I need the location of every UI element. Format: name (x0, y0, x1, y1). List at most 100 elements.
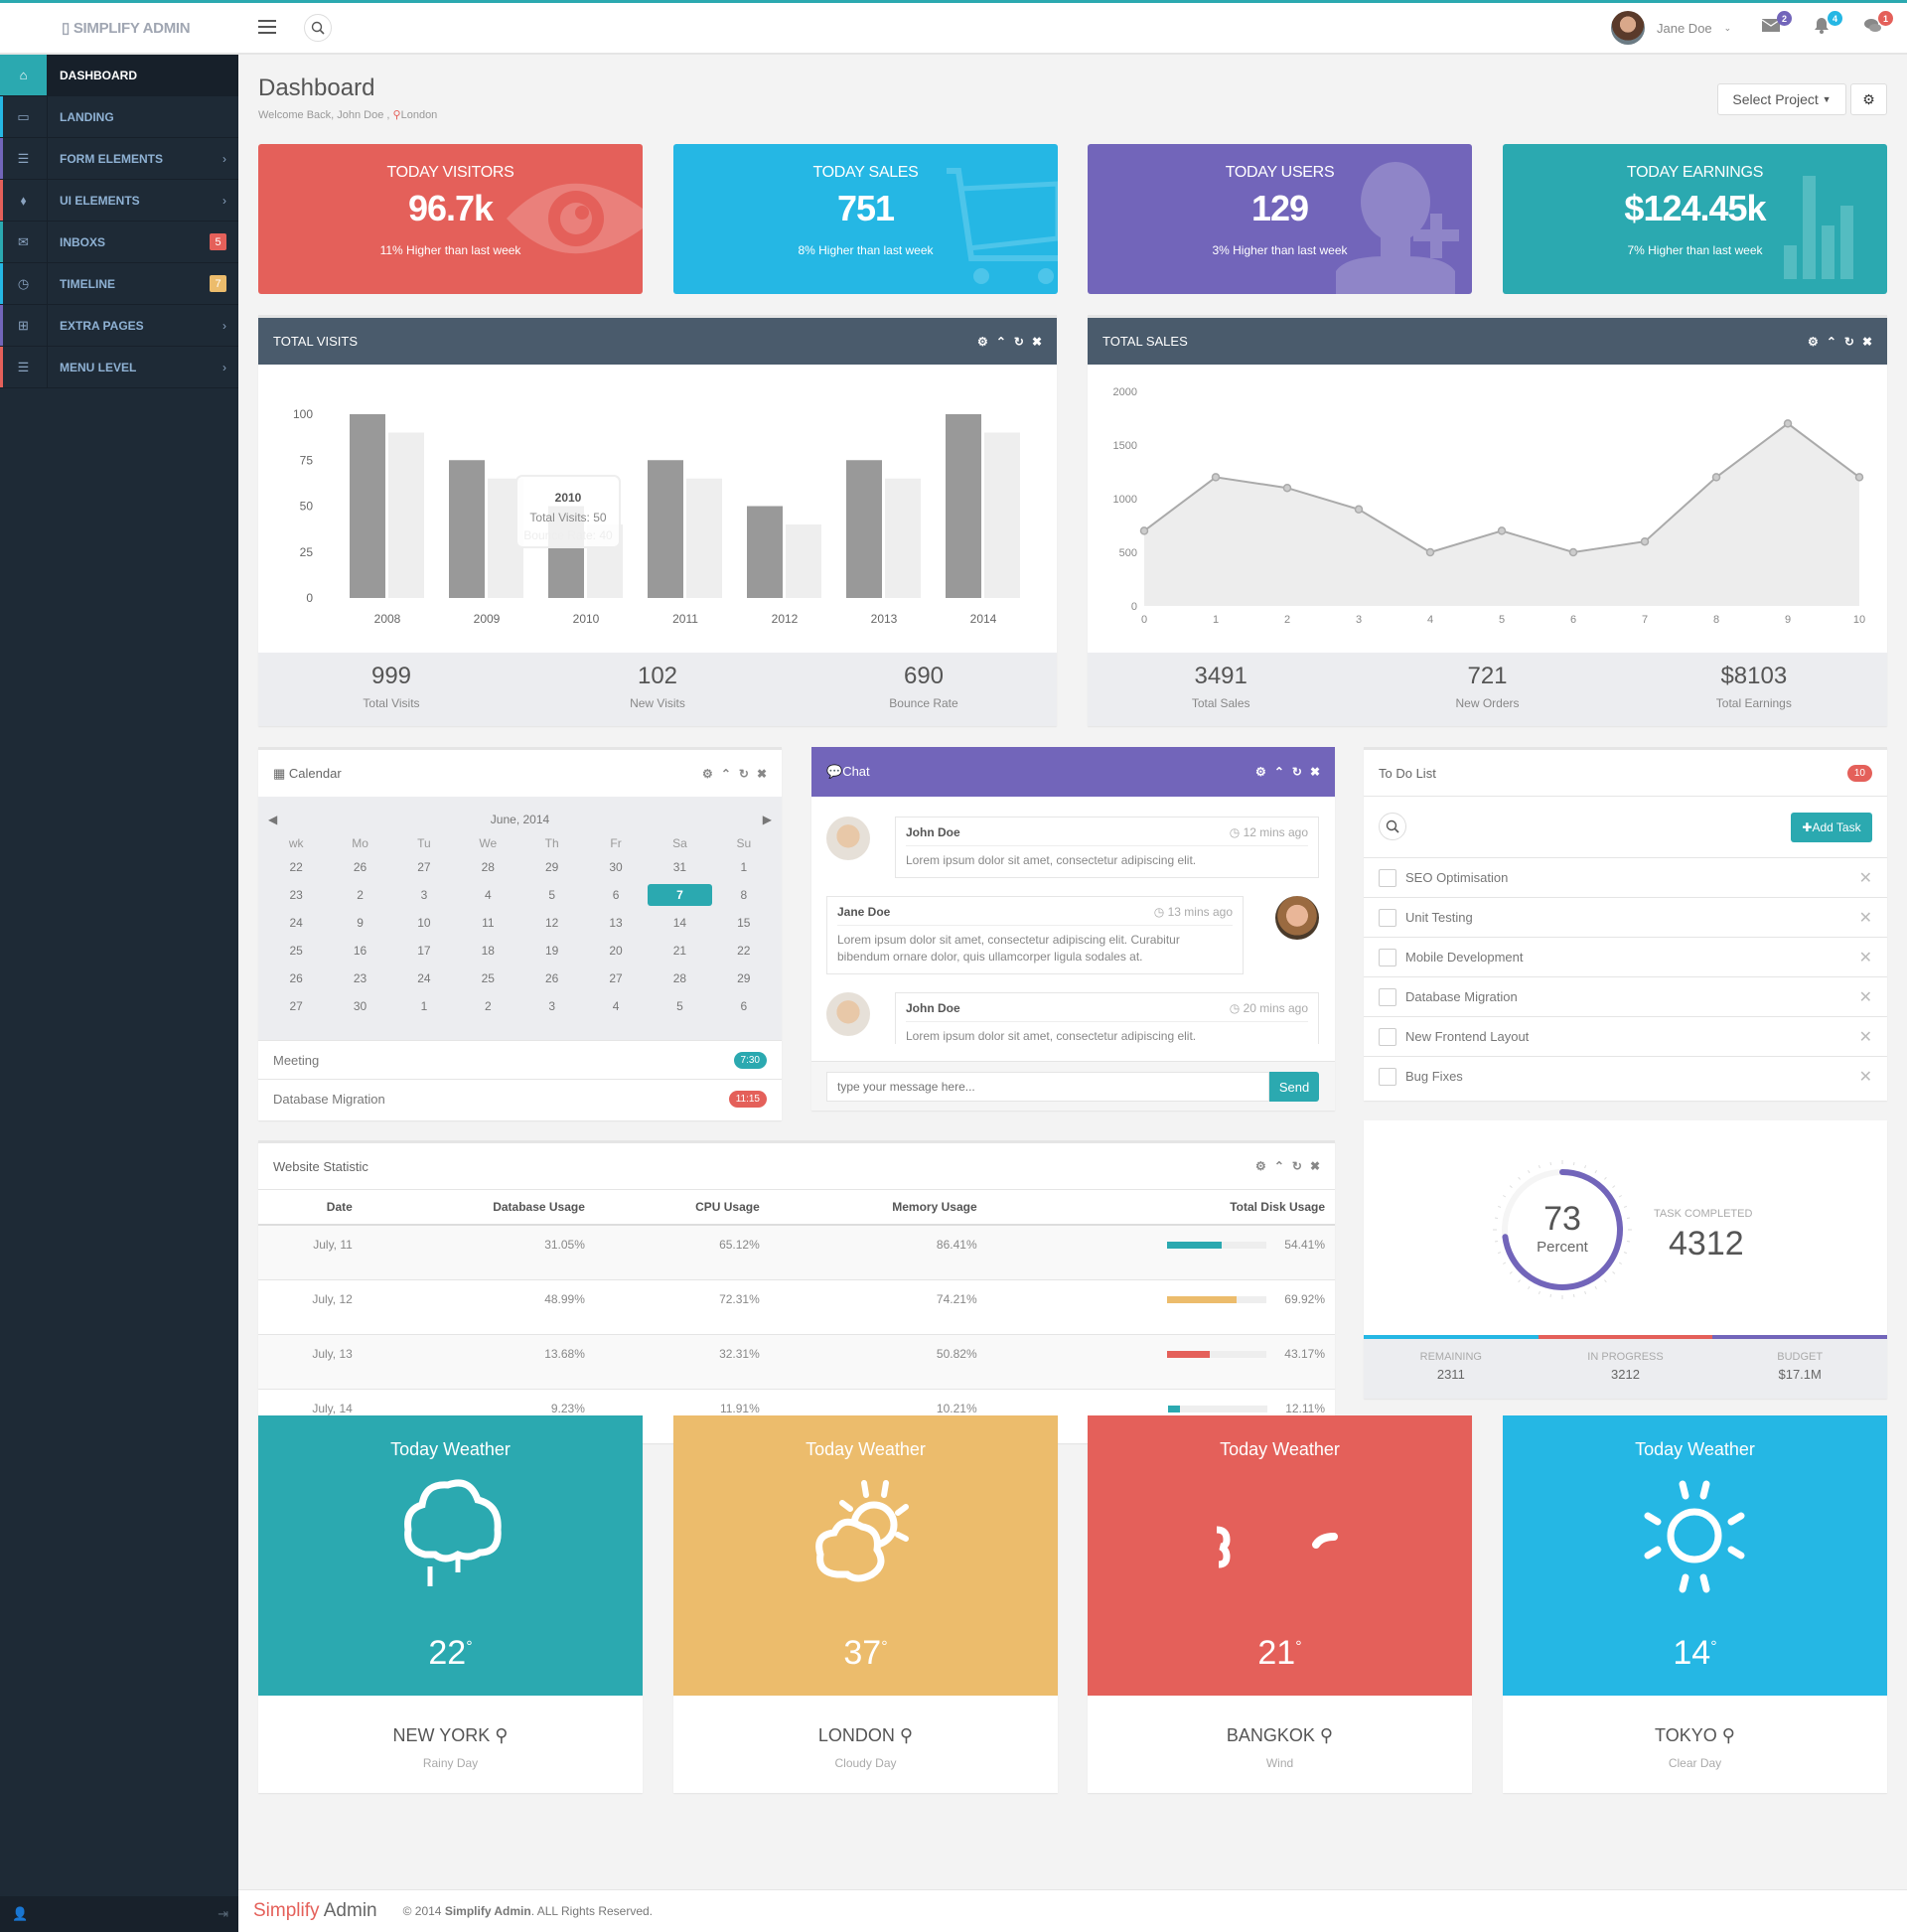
add-user-icon[interactable]: 👤 (12, 1906, 28, 1922)
delete-task-icon[interactable]: ✕ (1859, 1027, 1872, 1047)
prev-month-button[interactable]: ◀ (268, 813, 277, 826)
data-point[interactable] (1354, 505, 1364, 515)
data-point[interactable] (1783, 419, 1793, 428)
chat-message-input[interactable] (826, 1072, 1269, 1102)
sidebar-item-extra-pages[interactable]: ⊞ EXTRA PAGES › (0, 305, 238, 347)
calendar-day[interactable]: 30 (328, 995, 391, 1017)
data-point[interactable] (1282, 483, 1292, 493)
logout-icon[interactable]: ⇥ (218, 1906, 228, 1922)
chats-button[interactable]: 1 (1863, 11, 1893, 37)
bar-total-visits[interactable] (846, 460, 882, 598)
calendar-day[interactable]: 1 (712, 856, 776, 878)
calendar-day[interactable]: 21 (648, 940, 711, 962)
search-button[interactable] (304, 14, 332, 42)
calendar-day[interactable]: 11 (456, 912, 519, 934)
calendar-day[interactable]: 29 (520, 856, 584, 878)
calendar-day[interactable]: 2 (328, 884, 391, 906)
bar-bounce-rate[interactable] (686, 478, 722, 598)
notifications-button[interactable]: 4 (1813, 11, 1842, 37)
calendar-day[interactable]: 29 (712, 967, 776, 989)
calendar-day[interactable]: 28 (456, 856, 519, 878)
bar-bounce-rate[interactable] (786, 524, 821, 598)
calendar-day[interactable]: 6 (584, 884, 648, 906)
chevron-up-icon[interactable]: ⌃ (1274, 1159, 1284, 1173)
messages-button[interactable]: 2 (1761, 11, 1792, 37)
add-task-button[interactable]: ✚Add Task (1791, 813, 1872, 842)
calendar-day[interactable]: 30 (584, 856, 648, 878)
bar-bounce-rate[interactable] (388, 432, 424, 599)
calendar-day[interactable]: 5 (520, 884, 584, 906)
gear-icon[interactable]: ⚙ (977, 335, 988, 349)
calendar-day[interactable]: 27 (392, 856, 456, 878)
calendar-day[interactable]: 9 (328, 912, 391, 934)
bar-total-visits[interactable] (449, 460, 485, 598)
data-point[interactable] (1139, 526, 1149, 535)
bar-total-visits[interactable] (648, 460, 683, 598)
refresh-icon[interactable]: ↻ (1844, 335, 1854, 349)
gear-icon[interactable]: ⚙ (702, 767, 713, 781)
select-project-dropdown[interactable]: Select Project ▼ (1717, 83, 1846, 115)
calendar-day[interactable]: 2 (456, 995, 519, 1017)
todo-checkbox[interactable] (1379, 1027, 1396, 1046)
bar-bounce-rate[interactable] (984, 432, 1020, 599)
bar-total-visits[interactable] (946, 414, 981, 598)
bar-bounce-rate[interactable] (885, 478, 921, 598)
calendar-day[interactable]: 13 (584, 912, 648, 934)
menu-toggle-icon[interactable] (258, 20, 276, 34)
sidebar-item-landing[interactable]: ▭ LANDING (0, 96, 238, 138)
bar-total-visits[interactable] (350, 414, 385, 598)
todo-checkbox[interactable] (1379, 868, 1396, 887)
sidebar-item-menu-level[interactable]: ☰ MENU LEVEL › (0, 347, 238, 388)
calendar-day[interactable]: 25 (456, 967, 519, 989)
calendar-day[interactable]: 4 (584, 995, 648, 1017)
chevron-up-icon[interactable]: ⌃ (1274, 765, 1284, 779)
todo-checkbox[interactable] (1379, 1067, 1396, 1086)
calendar-day[interactable]: 12 (520, 912, 584, 934)
calendar-day[interactable]: 3 (392, 884, 456, 906)
close-icon[interactable]: ✖ (757, 767, 767, 781)
data-point[interactable] (1640, 536, 1650, 546)
todo-search-button[interactable] (1379, 813, 1406, 840)
sidebar-item-dashboard[interactable]: ⌂ DASHBOARD (0, 55, 238, 96)
calendar-day[interactable]: 4 (456, 884, 519, 906)
gear-icon[interactable]: ⚙ (1255, 1159, 1266, 1173)
data-point[interactable] (1854, 473, 1864, 482)
calendar-day[interactable]: 27 (584, 967, 648, 989)
chevron-up-icon[interactable]: ⌃ (1827, 335, 1836, 349)
event-item[interactable]: Meeting 7:30 (258, 1040, 782, 1079)
bar-total-visits[interactable] (747, 506, 783, 599)
calendar-day[interactable]: 6 (712, 995, 776, 1017)
delete-task-icon[interactable]: ✕ (1859, 908, 1872, 928)
data-point[interactable] (1568, 547, 1578, 557)
delete-task-icon[interactable]: ✕ (1859, 1067, 1872, 1087)
calendar-day[interactable]: 3 (520, 995, 584, 1017)
user-menu[interactable]: Jane Doe ⌄ (1611, 11, 1731, 45)
next-month-button[interactable]: ▶ (763, 813, 772, 826)
calendar-day[interactable]: 15 (712, 912, 776, 934)
calendar-day[interactable]: 31 (648, 856, 711, 878)
calendar-day[interactable]: 24 (392, 967, 456, 989)
todo-checkbox[interactable] (1379, 987, 1396, 1006)
calendar-day[interactable]: 23 (328, 967, 391, 989)
calendar-day[interactable]: 1 (392, 995, 456, 1017)
gear-icon[interactable]: ⚙ (1808, 335, 1819, 349)
refresh-icon[interactable]: ↻ (1014, 335, 1024, 349)
close-icon[interactable]: ✖ (1032, 335, 1042, 349)
todo-checkbox[interactable] (1379, 948, 1396, 966)
calendar-day[interactable]: 5 (648, 995, 711, 1017)
calendar-day[interactable]: 22 (712, 940, 776, 962)
delete-task-icon[interactable]: ✕ (1859, 868, 1872, 888)
data-point[interactable] (1211, 473, 1221, 482)
calendar-day[interactable]: 20 (584, 940, 648, 962)
chevron-up-icon[interactable]: ⌃ (996, 335, 1006, 349)
calendar-day[interactable]: 7 (648, 884, 712, 906)
calendar-day[interactable]: 18 (456, 940, 519, 962)
todo-checkbox[interactable] (1379, 908, 1396, 927)
sidebar-item-inboxs[interactable]: ✉ INBOXS 5 (0, 222, 238, 263)
calendar-day[interactable]: 28 (648, 967, 711, 989)
delete-task-icon[interactable]: ✕ (1859, 948, 1872, 967)
data-point[interactable] (1711, 473, 1721, 482)
sidebar-item-form-elements[interactable]: ☰ FORM ELEMENTS › (0, 138, 238, 180)
calendar-day[interactable]: 26 (520, 967, 584, 989)
close-icon[interactable]: ✖ (1310, 765, 1320, 779)
